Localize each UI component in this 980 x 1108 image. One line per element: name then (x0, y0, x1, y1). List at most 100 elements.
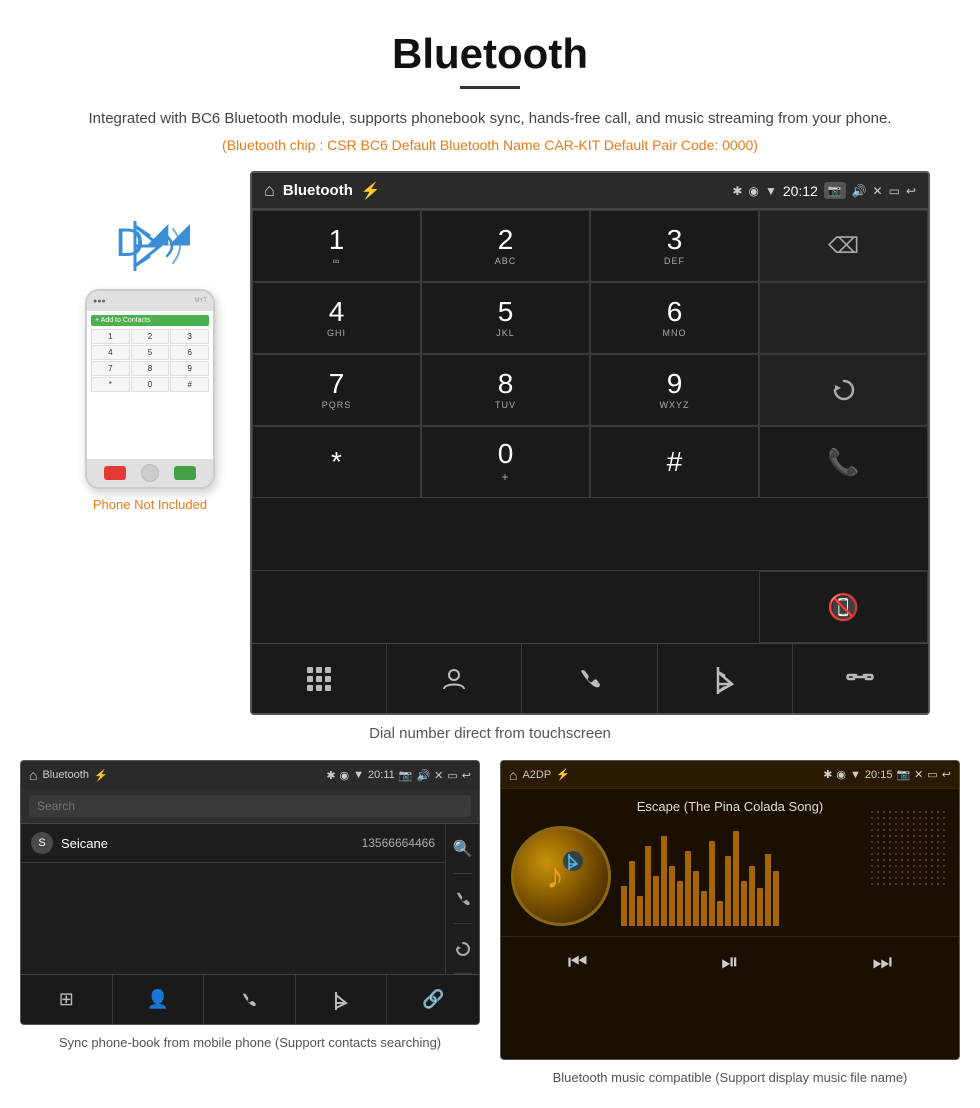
music-caption: Bluetooth music compatible (Support disp… (553, 1068, 908, 1088)
wifi-icon: ▼ (765, 184, 777, 198)
dial-call-green-cell[interactable]: 📞 (759, 426, 928, 498)
pb-home-icon[interactable]: ⌂ (29, 767, 37, 783)
dial-5-sub: JKL (496, 328, 515, 338)
music-close-icon[interactable]: ✕ (914, 768, 923, 781)
dial-9-main: 9 (667, 370, 683, 398)
nav-link-button[interactable] (793, 644, 928, 713)
dial-key-5[interactable]: 5 JKL (421, 282, 590, 354)
phone-key-1: 1 (91, 329, 130, 344)
dial-4-sub: GHI (327, 328, 346, 338)
pb-vol-icon[interactable]: 🔊 (416, 769, 430, 782)
dial-6-sub: MNO (663, 328, 687, 338)
pb-back-icon[interactable]: ↩ (462, 769, 471, 782)
dial-2-sub: ABC (495, 256, 517, 266)
play-pause-button[interactable]: ⏯ (721, 949, 739, 975)
music-usb-icon: ⚡ (556, 768, 570, 781)
dial-7-sub: PQRS (322, 400, 352, 410)
camera-button[interactable]: 📷 (824, 182, 846, 199)
pb-search-input[interactable] (29, 795, 471, 817)
pb-nav-phone[interactable] (204, 975, 296, 1024)
phone-call-button[interactable] (174, 466, 196, 480)
dial-key-7[interactable]: 7 PQRS (252, 354, 421, 426)
pb-side-icons: 🔍 (445, 824, 479, 974)
phone-illustration: ●●● MYT + Add to Contacts 1 2 3 4 5 6 7 … (85, 289, 215, 489)
pb-search-bar (21, 789, 479, 824)
eq-bar-9 (685, 851, 691, 926)
contact-row-seicane[interactable]: S Seicane 13566664466 (21, 824, 445, 863)
dial-key-2[interactable]: 2 ABC (421, 210, 590, 282)
window-icon[interactable]: ▭ (889, 184, 900, 198)
album-art: ♪ (511, 826, 611, 926)
phone-key-3: 3 (170, 329, 209, 344)
dial-key-8[interactable]: 8 TUV (421, 354, 590, 426)
pb-nav-dialpad[interactable]: ⊞ (21, 975, 113, 1024)
music-app-name: A2DP (522, 769, 551, 781)
nav-calls-button[interactable] (522, 644, 657, 713)
eq-bar-18 (757, 888, 763, 926)
pb-camera-icon[interactable]: 📷 (399, 769, 413, 782)
pb-win-icon[interactable]: ▭ (447, 769, 457, 782)
bluetooth-status-icon: ✱ (732, 184, 742, 198)
dial-key-6[interactable]: 6 MNO (590, 282, 759, 354)
phone-home-button[interactable] (141, 464, 159, 482)
dial-key-hash[interactable]: # (590, 426, 759, 498)
pb-sync-side-icon[interactable] (454, 924, 472, 974)
dial-1-main: 1 (329, 226, 345, 254)
pb-nav-contacts[interactable]: 👤 (113, 975, 205, 1024)
dial-key-0[interactable]: 0 + (421, 426, 590, 498)
pb-nav-bluetooth[interactable] (296, 975, 388, 1024)
dial-key-9[interactable]: 9 WXYZ (590, 354, 759, 426)
dial-key-star[interactable]: * (252, 426, 421, 498)
dial-empty-2 (759, 282, 928, 354)
svg-text:♪: ♪ (546, 855, 564, 896)
music-win-icon[interactable]: ▭ (927, 768, 937, 781)
home-icon[interactable]: ⌂ (264, 180, 275, 201)
volume-icon[interactable]: 🔊 (852, 184, 867, 198)
pb-call-side-icon[interactable] (454, 874, 472, 924)
pb-nav-phone-icon (240, 991, 258, 1009)
phone-end-call-button[interactable] (104, 466, 126, 480)
music-main-area: ♪ (511, 826, 949, 926)
backspace-icon[interactable]: ⌫ (828, 233, 859, 259)
dial-refresh-cell[interactable] (759, 354, 928, 426)
dial-key-4[interactable]: 4 GHI (252, 282, 421, 354)
pb-close-icon[interactable]: ✕ (434, 769, 443, 782)
pb-nav-bt-icon (334, 990, 348, 1010)
dialpad-grid: 1 ∞ 2 ABC 3 DEF ⌫ 4 GHI 5 JKL (252, 209, 928, 570)
nav-dialpad-button[interactable] (252, 644, 387, 713)
phone-key-0: 0 (131, 377, 170, 392)
usb-icon: ⚡ (361, 181, 381, 201)
prev-track-button[interactable]: ⏮ (568, 949, 588, 975)
dial-call-red-cell[interactable]: 📵 (759, 571, 928, 643)
music-camera-icon[interactable]: 📷 (896, 768, 910, 781)
pb-nav-link[interactable]: 🔗 (387, 975, 479, 1024)
phonebook-column: ⌂ Bluetooth ⚡ ✱ ◉ ▼ 20:11 📷 🔊 ✕ ▭ ↩ (20, 760, 480, 1088)
eq-bar-15 (733, 831, 739, 926)
phone-key-5: 5 (131, 345, 170, 360)
location-icon: ◉ (748, 184, 758, 198)
eq-bar-1 (621, 886, 627, 926)
refresh-icon (830, 376, 858, 404)
next-track-button[interactable]: ⏭ (872, 949, 892, 975)
music-home-icon[interactable]: ⌂ (509, 767, 517, 783)
dial-key-3[interactable]: 3 DEF (590, 210, 759, 282)
contact-name: Seicane (61, 836, 362, 851)
phone-key-4: 4 (91, 345, 130, 360)
pb-bt-icon: ✱ (326, 769, 335, 782)
music-loc-icon: ◉ (836, 768, 846, 781)
nav-bluetooth-button[interactable] (658, 644, 793, 713)
nav-contacts-button[interactable] (387, 644, 522, 713)
close-icon[interactable]: ✕ (873, 184, 883, 198)
back-icon[interactable]: ↩ (906, 184, 916, 198)
eq-bar-13 (717, 901, 723, 926)
eq-bar-7 (669, 866, 675, 926)
dial-key-1[interactable]: 1 ∞ (252, 210, 421, 282)
wifi-waves-icon: ◢◢ (147, 216, 190, 249)
phone-keypad: 1 2 3 4 5 6 7 8 9 * 0 # (91, 329, 209, 392)
contacts-icon (440, 665, 468, 693)
music-back-icon[interactable]: ↩ (942, 768, 951, 781)
pb-search-side-icon[interactable]: 🔍 (453, 824, 473, 874)
dial-8-main: 8 (498, 370, 514, 398)
call-green-icon: 📞 (827, 447, 859, 478)
status-left: ⌂ Bluetooth ⚡ (264, 180, 381, 201)
